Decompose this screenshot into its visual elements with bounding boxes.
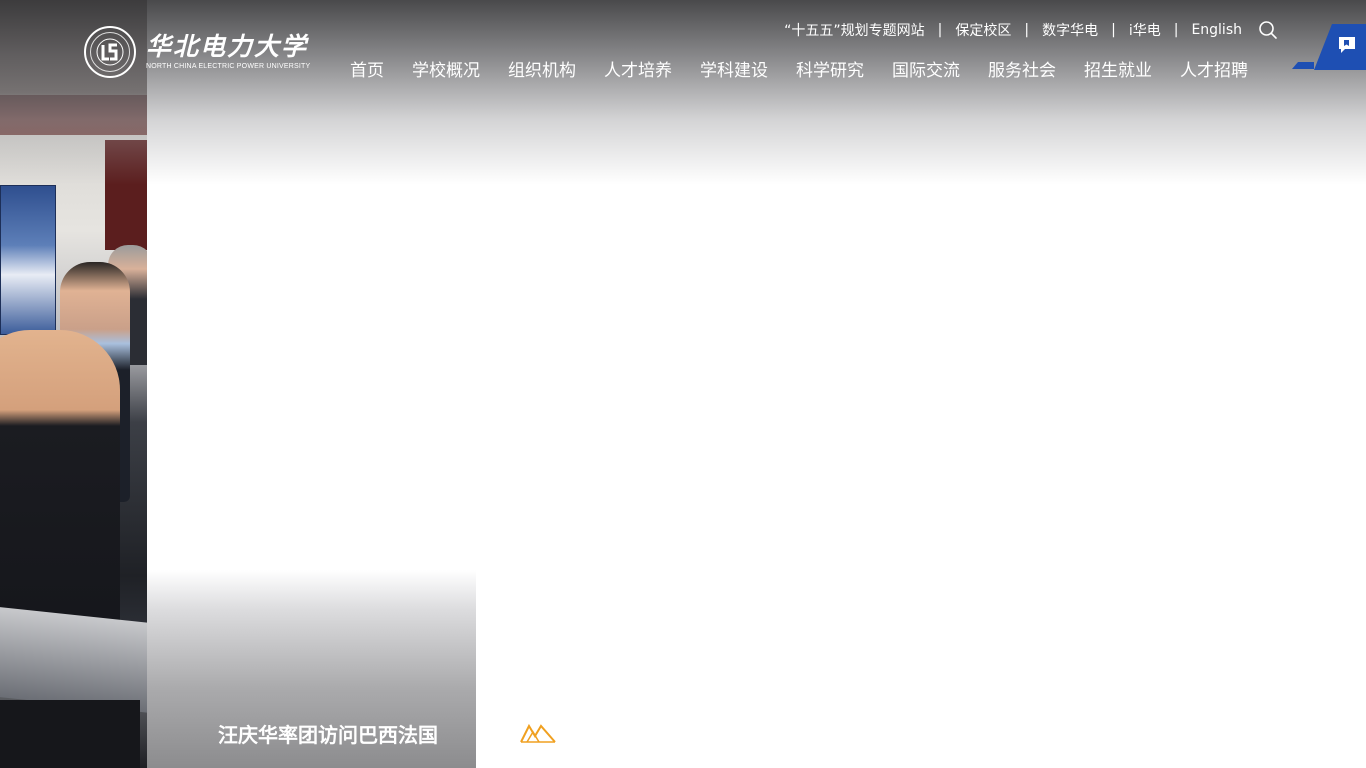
nav-item-organization[interactable]: 组织机构: [494, 56, 590, 81]
side-float-button[interactable]: [1314, 24, 1366, 70]
bookmark-chat-icon: [1337, 36, 1357, 58]
utility-links: “十五五”规划专题网站 | 保定校区 | 数字华电 | i华电 | Englis…: [784, 19, 1278, 41]
photo-doorframe: [105, 140, 147, 250]
side-tab-stripe: [1292, 62, 1314, 69]
link-english[interactable]: English: [1191, 22, 1242, 38]
nav-item-recruitment[interactable]: 人才招聘: [1166, 56, 1262, 81]
photo-monitor: [0, 700, 140, 768]
photo-ceiling: [0, 95, 147, 135]
photo-poster: [0, 185, 56, 335]
link-baoding-campus[interactable]: 保定校区: [955, 20, 1011, 40]
nav-item-research[interactable]: 科学研究: [782, 56, 878, 81]
photo-desk: [0, 606, 147, 714]
link-i-ncepu[interactable]: i华电: [1129, 20, 1161, 40]
separator: |: [1024, 22, 1030, 38]
nav-item-disciplines[interactable]: 学科建设: [686, 56, 782, 81]
logo-name-en: NORTH CHINA ELECTRIC POWER UNIVERSITY: [146, 63, 311, 70]
nav-item-education[interactable]: 人才培养: [590, 56, 686, 81]
search-icon[interactable]: [1258, 20, 1278, 40]
nav-item-home[interactable]: 首页: [336, 56, 398, 81]
university-emblem-icon: [84, 26, 136, 78]
separator: |: [937, 22, 943, 38]
main-nav: 首页 学校概况 组织机构 人才培养 学科建设 科学研究 国际交流 服务社会 招生…: [336, 55, 1262, 81]
separator: |: [1111, 22, 1116, 38]
nav-item-social-service[interactable]: 服务社会: [974, 56, 1070, 81]
slide-caption[interactable]: 汪庆华率团访问巴西法国: [218, 719, 438, 748]
link-plan-site[interactable]: “十五五”规划专题网站: [784, 20, 925, 40]
slideshow-photo[interactable]: [0, 0, 147, 768]
link-digital-ncepu[interactable]: 数字华电: [1042, 20, 1098, 40]
logo-text: 华北电力大学 NORTH CHINA ELECTRIC POWER UNIVER…: [146, 32, 310, 72]
nav-item-about[interactable]: 学校概况: [398, 56, 494, 81]
page: 华北电力大学 NORTH CHINA ELECTRIC POWER UNIVER…: [0, 0, 1366, 768]
logo-mark-icon[interactable]: [519, 722, 557, 744]
nav-item-international[interactable]: 国际交流: [878, 56, 974, 81]
photo-person: [0, 330, 120, 650]
separator: |: [1173, 22, 1179, 38]
logo-name-cn: 华北电力大学: [146, 32, 309, 61]
nav-item-admissions[interactable]: 招生就业: [1070, 56, 1166, 81]
site-logo[interactable]: 华北电力大学 NORTH CHINA ELECTRIC POWER UNIVER…: [84, 26, 310, 78]
